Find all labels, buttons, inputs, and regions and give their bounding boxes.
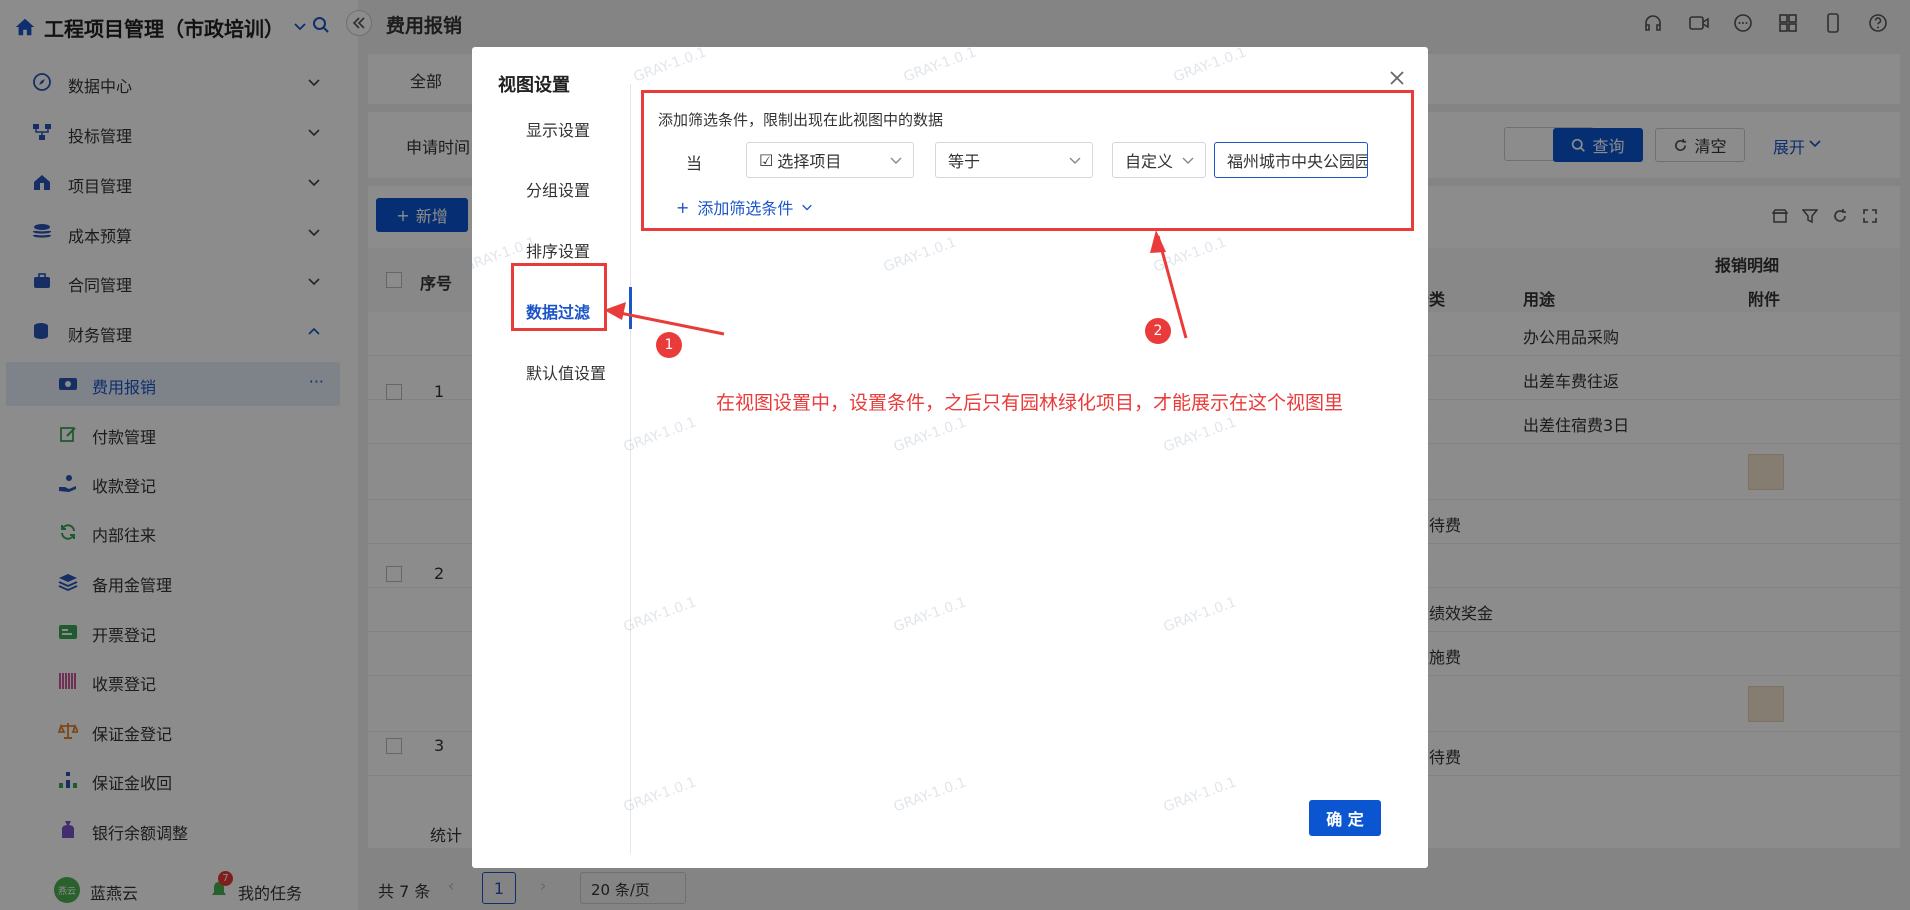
annotation-badge-2: 2 (1145, 318, 1171, 344)
annotation-arrows (604, 230, 1188, 339)
annotation-badge-1: 1 (656, 332, 682, 358)
annotation-note: 在视图设置中，设置条件，之后只有园林绿化项目，才能展示在这个视图里 (716, 392, 1344, 414)
